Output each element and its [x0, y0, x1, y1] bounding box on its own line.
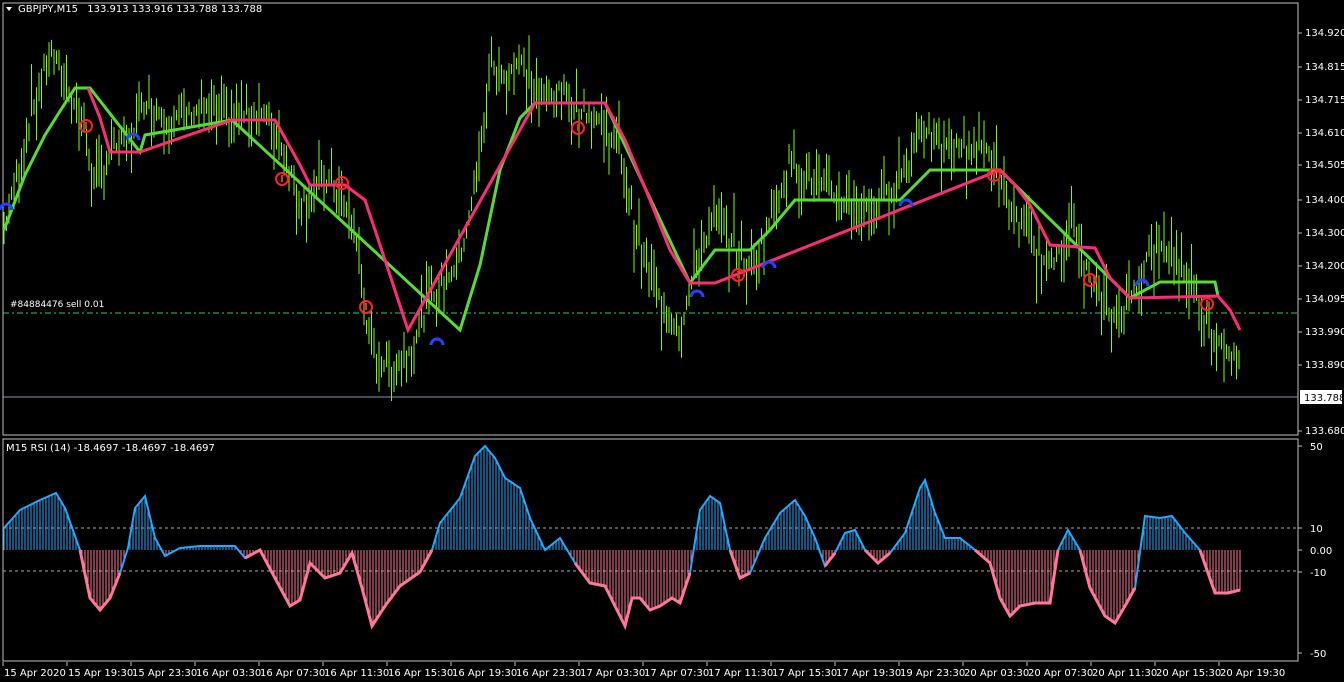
time-tick-label: 16 Apr 23:30	[516, 668, 581, 679]
symbol-header: GBPJPY,M15 133.913 133.916 133.788 133.7…	[6, 4, 262, 15]
order-label: #84884476 sell 0.01	[10, 300, 105, 310]
rsi-tick-label: -10	[1310, 568, 1326, 579]
time-tick-label: 16 Apr 15:30	[388, 668, 453, 679]
time-tick-label: 15 Apr 19:30	[68, 668, 133, 679]
time-tick-label: 16 Apr 19:30	[452, 668, 517, 679]
rsi-tick-label: -50	[1310, 649, 1326, 660]
time-tick-label: 17 Apr 11:30	[708, 668, 773, 679]
time-tick-label: 16 Apr 07:30	[260, 668, 325, 679]
time-tick-label: 16 Apr 03:30	[196, 668, 261, 679]
time-tick-label: 20 Apr 19:30	[1220, 668, 1285, 679]
time-tick-label: 16 Apr 11:30	[324, 668, 389, 679]
time-tick-label: 15 Apr 23:30	[132, 668, 197, 679]
price-tick-label: 133.990	[1305, 327, 1344, 338]
price-tick-label: 133.680	[1305, 426, 1344, 437]
price-tick-label: 134.400	[1305, 195, 1344, 206]
time-tick-label: 17 Apr 03:30	[580, 668, 645, 679]
rsi-tick-label: 0.00	[1310, 546, 1332, 557]
rsi-chart[interactable]: 50 10 0.00 -10 -50	[0, 438, 1344, 662]
price-tick-label: 134.610	[1305, 128, 1344, 139]
time-tick-label: 17 Apr 07:30	[644, 668, 709, 679]
rsi-axis: 50 10 0.00 -10 -50	[1298, 442, 1332, 660]
time-tick-label: 20 Apr 03:30	[964, 668, 1029, 679]
ohlc-values: 133.913 133.916 133.788 133.788	[87, 4, 263, 15]
price-tick-label: 134.200	[1305, 261, 1344, 272]
rsi-tick-label: 10	[1310, 524, 1323, 535]
price-tick-label: 134.095	[1305, 294, 1344, 305]
price-tick-label: 134.920	[1305, 28, 1344, 39]
time-tick-label: 20 Apr 15:30	[1156, 668, 1221, 679]
price-tick-label: 133.890	[1305, 360, 1344, 371]
price-tick-label: 134.715	[1305, 95, 1344, 106]
time-tick-label: 20 Apr 11:30	[1092, 668, 1157, 679]
price-tick-label: 134.815	[1305, 62, 1344, 73]
price-tick-label: 134.300	[1305, 228, 1344, 239]
current-price-label: 133.788	[1304, 393, 1344, 404]
rsi-chart-frame	[2, 438, 1299, 662]
time-axis: 15 Apr 2020 15 Apr 19:3015 Apr 23:3016 Ap…	[2, 662, 1285, 679]
time-tick-label: 17 Apr 15:30	[772, 668, 837, 679]
price-axis: 134.920 134.815 134.715 134.610 134.505 134.4…	[1298, 28, 1344, 437]
symbol-label: GBPJPY,M15	[18, 4, 79, 15]
price-chart[interactable]: 134.920 134.815 134.715 134.610 134.505 134.4…	[0, 0, 1344, 438]
time-tick-label: 15 Apr 2020	[4, 668, 66, 679]
price-chart-frame	[2, 2, 1299, 436]
price-tick-label: 134.505	[1305, 160, 1344, 171]
time-tick-label: 20 Apr 07:30	[1028, 668, 1093, 679]
rsi-tick-label: 50	[1310, 442, 1323, 453]
rsi-title: M15 RSI (14) -18.4697 -18.4697 -18.4697	[6, 443, 215, 454]
time-tick-label: 17 Apr 19:30	[836, 668, 901, 679]
time-tick-label: 19 Apr 23:30	[900, 668, 965, 679]
